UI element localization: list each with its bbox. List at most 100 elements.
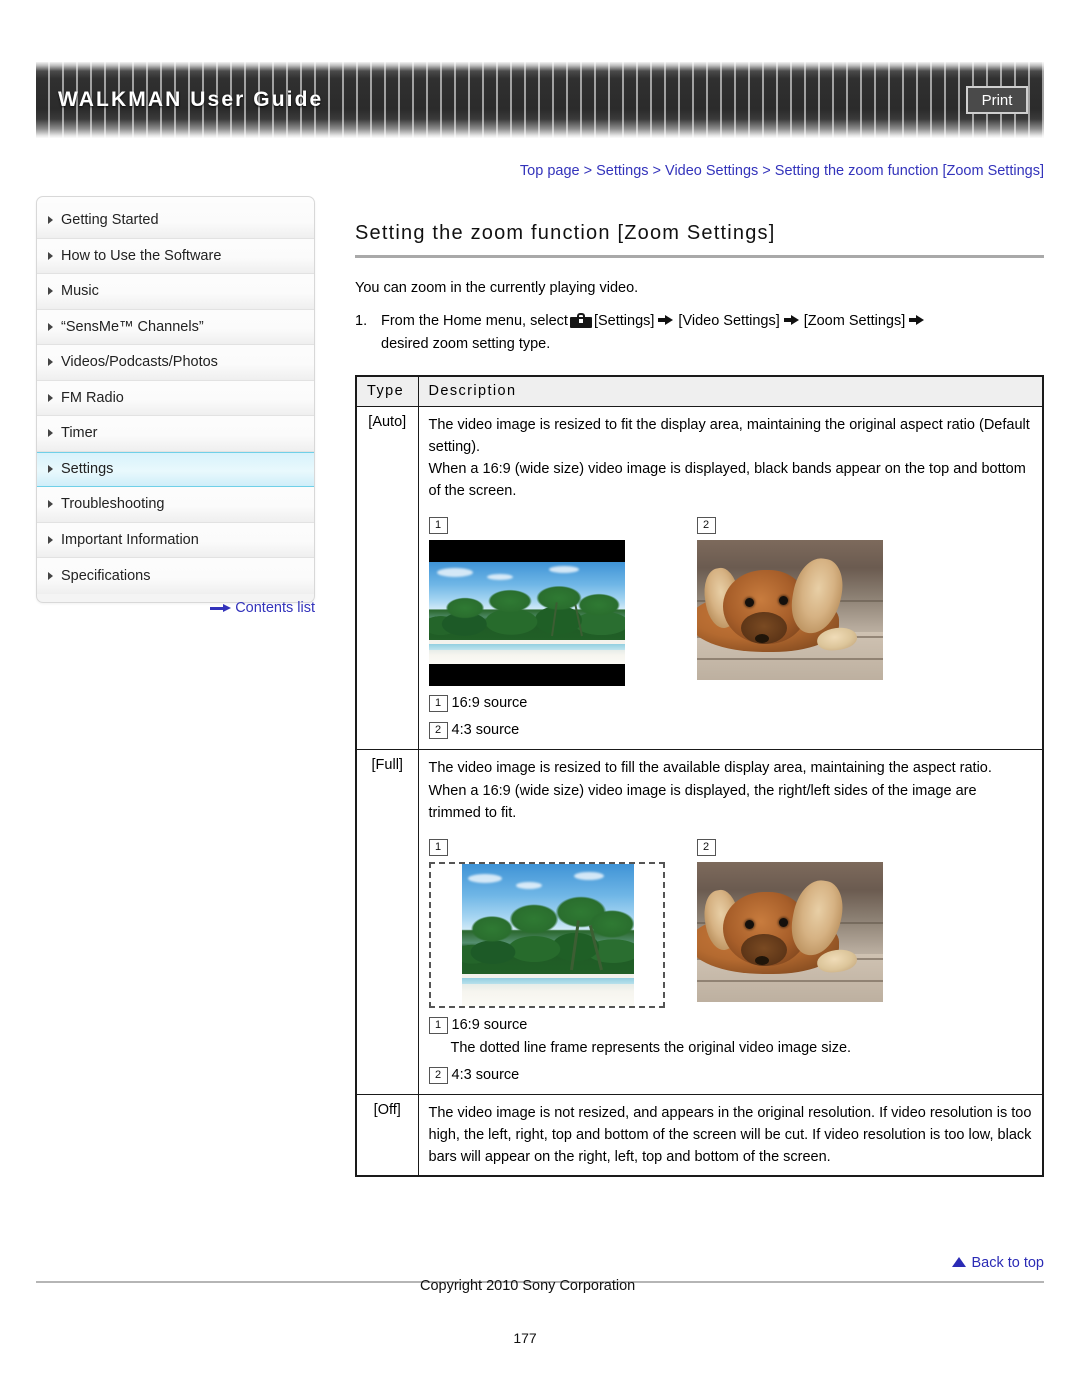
figure-badge: 1: [428, 517, 448, 535]
chevron-right-icon: [48, 287, 53, 296]
sidebar-nav: Getting Started How to Use the Software …: [36, 196, 315, 603]
step-number: 1.: [355, 313, 368, 329]
screenshot-4-3-dog: [696, 861, 883, 1002]
figure-badge: 2: [696, 838, 716, 856]
caption-badge: 2: [428, 722, 448, 740]
caption-text: 4:3 source: [451, 1066, 520, 1083]
intro-paragraph: You can zoom in the currently playing vi…: [355, 280, 639, 296]
chevron-right-icon: [48, 251, 53, 260]
original-size-dotted-frame: [428, 861, 665, 1008]
row-type-auto: [Auto]: [355, 405, 419, 751]
breadcrumb[interactable]: Top page > Settings > Video Settings > S…: [0, 163, 1044, 179]
sidebar-item-label: How to Use the Software: [61, 247, 222, 264]
step-text-part1: From the Home menu, select: [381, 313, 568, 329]
copyright-text: Copyright 2010 Sony Corporation: [420, 1278, 636, 1294]
sidebar-item-specifications[interactable]: Specifications: [37, 558, 314, 594]
caption-badge: 1: [428, 1016, 448, 1034]
table-row-off: [Off] The video image is not resized, an…: [355, 1094, 1044, 1177]
site-header-banner: WALKMAN User Guide Print: [36, 62, 1044, 138]
sidebar-item-label: FM Radio: [61, 389, 124, 406]
screenshot-16-9-letterboxed: [428, 540, 625, 687]
step-zoom-settings-label: [Zoom Settings]: [803, 313, 906, 329]
sidebar-item-label: Music: [61, 283, 99, 300]
sidebar-item-important-information[interactable]: Important Information: [37, 522, 314, 558]
figure-caption-note: The dotted line frame represents the ori…: [450, 1039, 852, 1056]
figure-group-full: 1 2: [428, 838, 1033, 1008]
chevron-right-icon: [48, 535, 53, 544]
main-content: Setting the zoom function [Zoom Settings…: [355, 222, 1044, 1178]
sidebar-item-sensme-channels[interactable]: “SensMe™ Channels”: [37, 309, 314, 345]
step-settings-label: [Settings]: [593, 313, 655, 329]
caption-badge: 2: [428, 1066, 448, 1084]
sidebar-item-label: Getting Started: [61, 212, 159, 229]
row-description-full: The video image is resized to fill the a…: [417, 749, 1044, 1096]
caption-text: 16:9 source: [451, 695, 528, 712]
column-header-description: Description: [417, 375, 1044, 407]
sidebar-item-label: Videos/Podcasts/Photos: [61, 354, 218, 371]
sidebar-item-music[interactable]: Music: [37, 274, 314, 310]
row-description-off: The video image is not resized, and appe…: [417, 1094, 1044, 1177]
site-title: WALKMAN User Guide: [58, 88, 324, 111]
sidebar-item-troubleshooting[interactable]: Troubleshooting: [37, 487, 314, 523]
table-row-auto: [Auto] The video image is resized to fit…: [355, 405, 1044, 751]
screenshot-4-3-dog: [696, 540, 883, 681]
print-button[interactable]: Print: [966, 86, 1028, 114]
sidebar-item-label: Important Information: [61, 531, 199, 548]
contents-list-link[interactable]: Contents list: [36, 600, 315, 616]
chevron-right-icon: [48, 322, 53, 331]
step-video-settings-label: [Video Settings]: [678, 313, 780, 329]
toolbox-settings-icon: [569, 313, 592, 328]
sidebar-item-label: “SensMe™ Channels”: [61, 318, 204, 335]
chevron-right-icon: [48, 429, 53, 438]
figure-caption: 1 16:9 source: [428, 1014, 1033, 1037]
desc-line: The video image is resized to fill the a…: [428, 760, 992, 777]
arrow-right-icon: [909, 314, 925, 326]
caption-text: 4:3 source: [451, 722, 520, 739]
figure-caption: 2 4:3 source: [428, 1064, 1033, 1087]
step-1: 1. From the Home menu, select [Settings] […: [355, 310, 1044, 357]
back-to-top-link[interactable]: Back to top: [0, 1255, 1044, 1271]
contents-list-label: Contents list: [235, 600, 315, 616]
zoom-settings-table: Type Description [Auto] The video image …: [355, 374, 1044, 1178]
title-divider: [355, 255, 1044, 258]
arrow-right-icon: [783, 314, 800, 326]
sidebar-item-how-to-use-the-software[interactable]: How to Use the Software: [37, 238, 314, 274]
sidebar-item-label: Settings: [61, 461, 114, 478]
arrow-right-icon: [658, 314, 674, 326]
figure-group-auto: 1 2: [428, 516, 1033, 687]
chevron-right-icon: [48, 393, 53, 402]
breadcrumb-text[interactable]: Top page > Settings > Video Settings > S…: [520, 163, 1044, 179]
figure-badge: 1: [428, 838, 448, 856]
figure-badge: 2: [696, 517, 716, 535]
caption-text: 16:9 source: [451, 1016, 528, 1033]
sidebar-item-fm-radio[interactable]: FM Radio: [37, 380, 314, 416]
screenshot-16-9-full-trimmed: [461, 863, 634, 1006]
desc-line: When a 16:9 (wide size) video image is d…: [428, 782, 977, 821]
row-type-off: [Off]: [355, 1094, 419, 1177]
sidebar-item-label: Timer: [61, 425, 98, 442]
arrow-right-icon: [210, 604, 232, 613]
desc-line: The video image is not resized, and appe…: [428, 1105, 1032, 1166]
chevron-right-icon: [48, 500, 53, 509]
chevron-right-icon: [48, 571, 53, 580]
chevron-right-icon: [48, 358, 53, 367]
chevron-right-icon: [48, 216, 53, 225]
row-description-auto: The video image is resized to fit the di…: [417, 405, 1044, 751]
figure-caption: 2 4:3 source: [428, 719, 1033, 742]
triangle-up-icon: [952, 1257, 967, 1267]
sidebar-item-settings[interactable]: Settings: [37, 451, 314, 487]
desc-line: The video image is resized to fit the di…: [428, 416, 1030, 455]
caption-badge: 1: [428, 695, 448, 713]
sidebar-item-label: Specifications: [61, 567, 151, 584]
back-to-top-label: Back to top: [971, 1255, 1044, 1271]
sidebar-item-videos-podcasts-photos[interactable]: Videos/Podcasts/Photos: [37, 345, 314, 381]
page-title: Setting the zoom function [Zoom Settings…: [355, 222, 776, 244]
table-header-row: Type Description: [355, 375, 1044, 407]
figure-caption: 1 16:9 source: [428, 692, 1033, 715]
step-text-part2: desired zoom setting type.: [381, 336, 551, 353]
sidebar-item-timer[interactable]: Timer: [37, 416, 314, 452]
column-header-type: Type: [355, 375, 419, 407]
sidebar-item-getting-started[interactable]: Getting Started: [37, 203, 314, 239]
page-number: 177: [513, 1330, 537, 1346]
chevron-right-icon: [48, 465, 53, 474]
